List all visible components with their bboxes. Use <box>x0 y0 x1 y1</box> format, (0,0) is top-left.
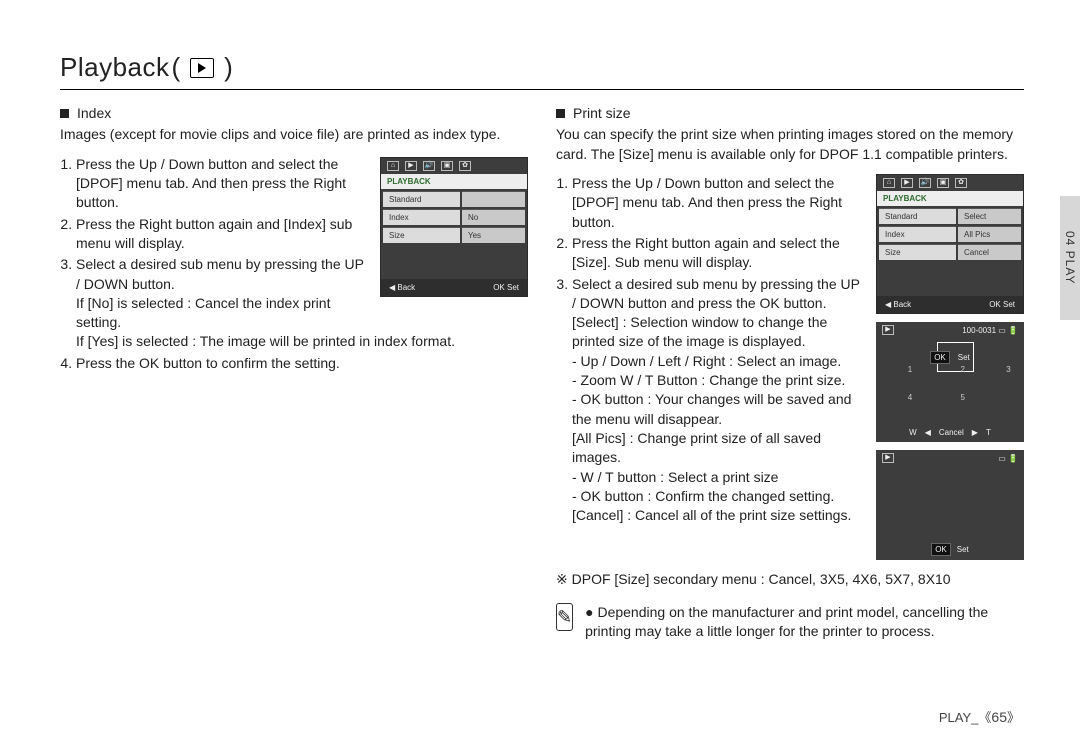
table-row: IndexNo <box>383 209 525 225</box>
bullet-square-icon <box>60 109 69 118</box>
page-number: 65 <box>991 709 1007 725</box>
sound-icon: 🔊 <box>423 161 435 171</box>
note-body: Depending on the manufacturer and print … <box>585 604 988 639</box>
table-row: Standard <box>383 191 525 207</box>
counter-label: 100-0031 <box>962 326 996 335</box>
display-icon: ▣ <box>441 161 453 171</box>
play-icon: ▶ <box>882 453 894 463</box>
lcd-ok-label: OK <box>493 283 505 292</box>
ok-pill: OK <box>931 543 951 556</box>
bullet-line: - OK button : Your changes will be saved… <box>572 391 851 426</box>
right-column: Print size You can specify the print siz… <box>556 104 1024 641</box>
step3-text: Select a desired sub menu by pressing th… <box>76 256 364 291</box>
secondary-menu-note: ※ DPOF [Size] secondary menu : Cancel, 3… <box>556 570 1024 589</box>
lcd-menu-table: StandardSelect IndexAll Pics SizeCancel <box>877 206 1023 262</box>
t-label: T <box>986 427 991 438</box>
thumb-4: 4 <box>908 392 912 403</box>
bullet-line: - OK button : Confirm the changed settin… <box>572 488 834 504</box>
chapter-tab-label: 04 PLAY <box>1063 231 1077 284</box>
lcd-index: ⌂ ▶ 🔊 ▣ ✿ PLAYBACK Standard IndexNo Size… <box>380 157 528 297</box>
thumb-5: 5 <box>961 392 965 403</box>
lcd-set-label: Set <box>1003 300 1015 309</box>
left-section-title: Index <box>77 104 111 123</box>
chapter-tab: 04 PLAY <box>1060 196 1080 320</box>
settings-icon: ✿ <box>955 178 967 188</box>
home-icon: ⌂ <box>387 161 399 171</box>
lcd-ok-label: OK <box>989 300 1001 309</box>
cancel-label: Cancel <box>939 427 964 438</box>
bullet-square-icon <box>556 109 565 118</box>
settings-icon: ✿ <box>459 161 471 171</box>
step3-no: If [No] is selected : Cancel the index p… <box>76 295 330 330</box>
bullet-line: - Zoom W / T Button : Change the print s… <box>572 372 845 388</box>
lcd-set-label: Set <box>507 283 519 292</box>
list-item: Press the OK button to confirm the setti… <box>76 354 528 373</box>
display-icon: ▣ <box>937 178 949 188</box>
play-mode-icon <box>190 58 214 78</box>
bullet-line: - W / T button : Select a print size <box>572 469 778 485</box>
table-row: SizeCancel <box>879 244 1021 260</box>
w-label: W <box>909 427 917 438</box>
lcd-back-label: Back <box>397 283 415 292</box>
footer-label: PLAY_ <box>939 710 979 725</box>
step3-yes: If [Yes] is selected : The image will be… <box>76 333 455 349</box>
left-intro: Images (except for movie clips and voice… <box>60 125 528 144</box>
lcd-menu-table: Standard IndexNo SizeYes <box>381 189 527 245</box>
allpics-desc: [All Pics] : Change print size of all sa… <box>572 430 821 465</box>
lcd-title: PLAYBACK <box>381 174 527 189</box>
paren-open: ( <box>172 52 181 83</box>
lcd-allpics: ▶ ▭ 🔋 OK Set <box>876 450 1024 560</box>
thumb-3: 3 <box>1006 364 1010 375</box>
play-icon: ▶ <box>405 161 417 171</box>
bullet-line: - Up / Down / Left / Right : Select an i… <box>572 353 841 369</box>
step3-text: Select a desired sub menu by pressing th… <box>572 276 860 311</box>
set-label: Set <box>957 544 969 555</box>
thumb-1: 1 <box>908 364 912 375</box>
table-row: StandardSelect <box>879 208 1021 224</box>
page-title: Playback <box>60 52 170 83</box>
paren-close: ) <box>224 52 233 83</box>
page-footer: PLAY_《65》 <box>939 707 1020 726</box>
lcd-size: ⌂ ▶ 🔊 ▣ ✿ PLAYBACK StandardSelect IndexA… <box>876 174 1024 314</box>
note-icon: ✎ <box>556 603 573 631</box>
left-column: Index Images (except for movie clips and… <box>60 104 528 641</box>
set-label: Set <box>958 352 970 363</box>
sound-icon: 🔊 <box>919 178 931 188</box>
table-row: IndexAll Pics <box>879 226 1021 242</box>
table-row: SizeYes <box>383 227 525 243</box>
cancel-desc: [Cancel] : Cancel all of the print size … <box>572 507 851 523</box>
page-title-row: Playback ( ) <box>60 52 1024 90</box>
lcd-back-label: Back <box>893 300 911 309</box>
right-intro: You can specify the print size when prin… <box>556 125 1024 164</box>
lcd-title: PLAYBACK <box>877 191 1023 206</box>
select-desc: [Select] : Selection window to change th… <box>572 314 827 349</box>
play-icon: ▶ <box>901 178 913 188</box>
right-section-title: Print size <box>573 104 631 123</box>
home-icon: ⌂ <box>883 178 895 188</box>
thumb-2: 2 <box>961 364 965 375</box>
play-icon: ▶ <box>882 325 894 335</box>
ok-pill: OK <box>930 351 950 364</box>
note-text: ● Depending on the manufacturer and prin… <box>585 603 1024 641</box>
lcd-select-grid: ▶ 100-0031 ▭ 🔋 1 2 3 4 5 W◀ Cancel <box>876 322 1024 442</box>
